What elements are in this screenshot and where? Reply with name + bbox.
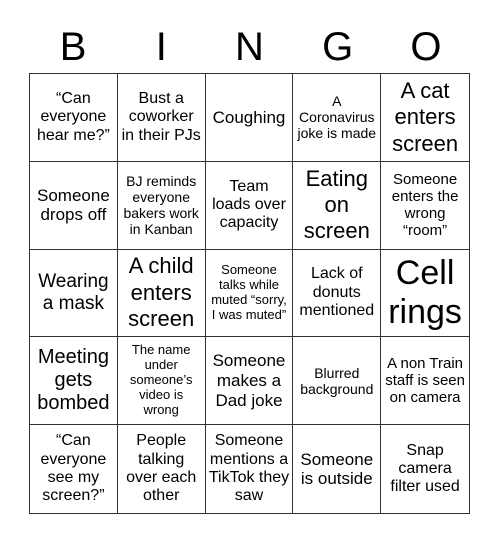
bingo-cell[interactable]: A Coronavirus joke is made [293,74,382,162]
bingo-cell[interactable]: People talking over each other [118,425,206,513]
bingo-cell[interactable]: BJ reminds everyone bakers work in Kanba… [117,161,206,250]
bingo-cell[interactable]: Eating on screen [293,161,382,250]
bingo-header: B I N G O [29,22,470,72]
bingo-cell[interactable]: Cell rings [381,250,469,338]
bingo-cell[interactable]: Team loads over capacity [205,161,294,250]
header-letter-n: N [235,25,264,69]
bingo-cell[interactable]: Someone is outside [293,425,382,513]
bingo-cell[interactable]: The name under someone’s video is wrong [117,337,206,426]
bingo-cell[interactable]: Someone drops off [30,161,118,250]
bingo-cell[interactable]: A cat enters screen [381,74,469,162]
bingo-cell[interactable]: Someone talks while muted “sorry, I was … [205,249,294,338]
bingo-cell[interactable]: “Can everyone hear me?” [30,74,118,162]
bingo-cell[interactable]: Someone mentions a TikTok they saw [206,425,294,513]
header-letter-b: B [59,25,87,69]
bingo-cell[interactable]: “Can everyone see my screen?” [30,425,118,513]
bingo-cell[interactable]: Someone makes a Dad joke [205,337,294,426]
bingo-grid: “Can everyone hear me?” Bust a coworker … [29,73,470,514]
bingo-cell[interactable]: A non Train staff is seen on camera [381,337,469,426]
bingo-cell[interactable]: Bust a coworker in their PJs [117,74,206,162]
bingo-cell[interactable]: Coughing [205,74,294,162]
header-letter-g: G [322,25,354,69]
bingo-cell[interactable]: Blurred background [293,337,382,426]
bingo-cell[interactable]: A child enters screen [117,249,206,338]
bingo-cell[interactable]: Lack of donuts mentioned [293,249,382,338]
header-letter-o: O [410,25,442,69]
bingo-cell[interactable]: Meeting gets bombed [30,337,118,426]
bingo-cell[interactable]: Snap camera filter used [381,425,469,513]
bingo-cell[interactable]: Someone enters the wrong “room” [381,162,469,250]
bingo-cell[interactable]: Wearing a mask [30,249,118,338]
header-letter-i: I [155,25,167,69]
